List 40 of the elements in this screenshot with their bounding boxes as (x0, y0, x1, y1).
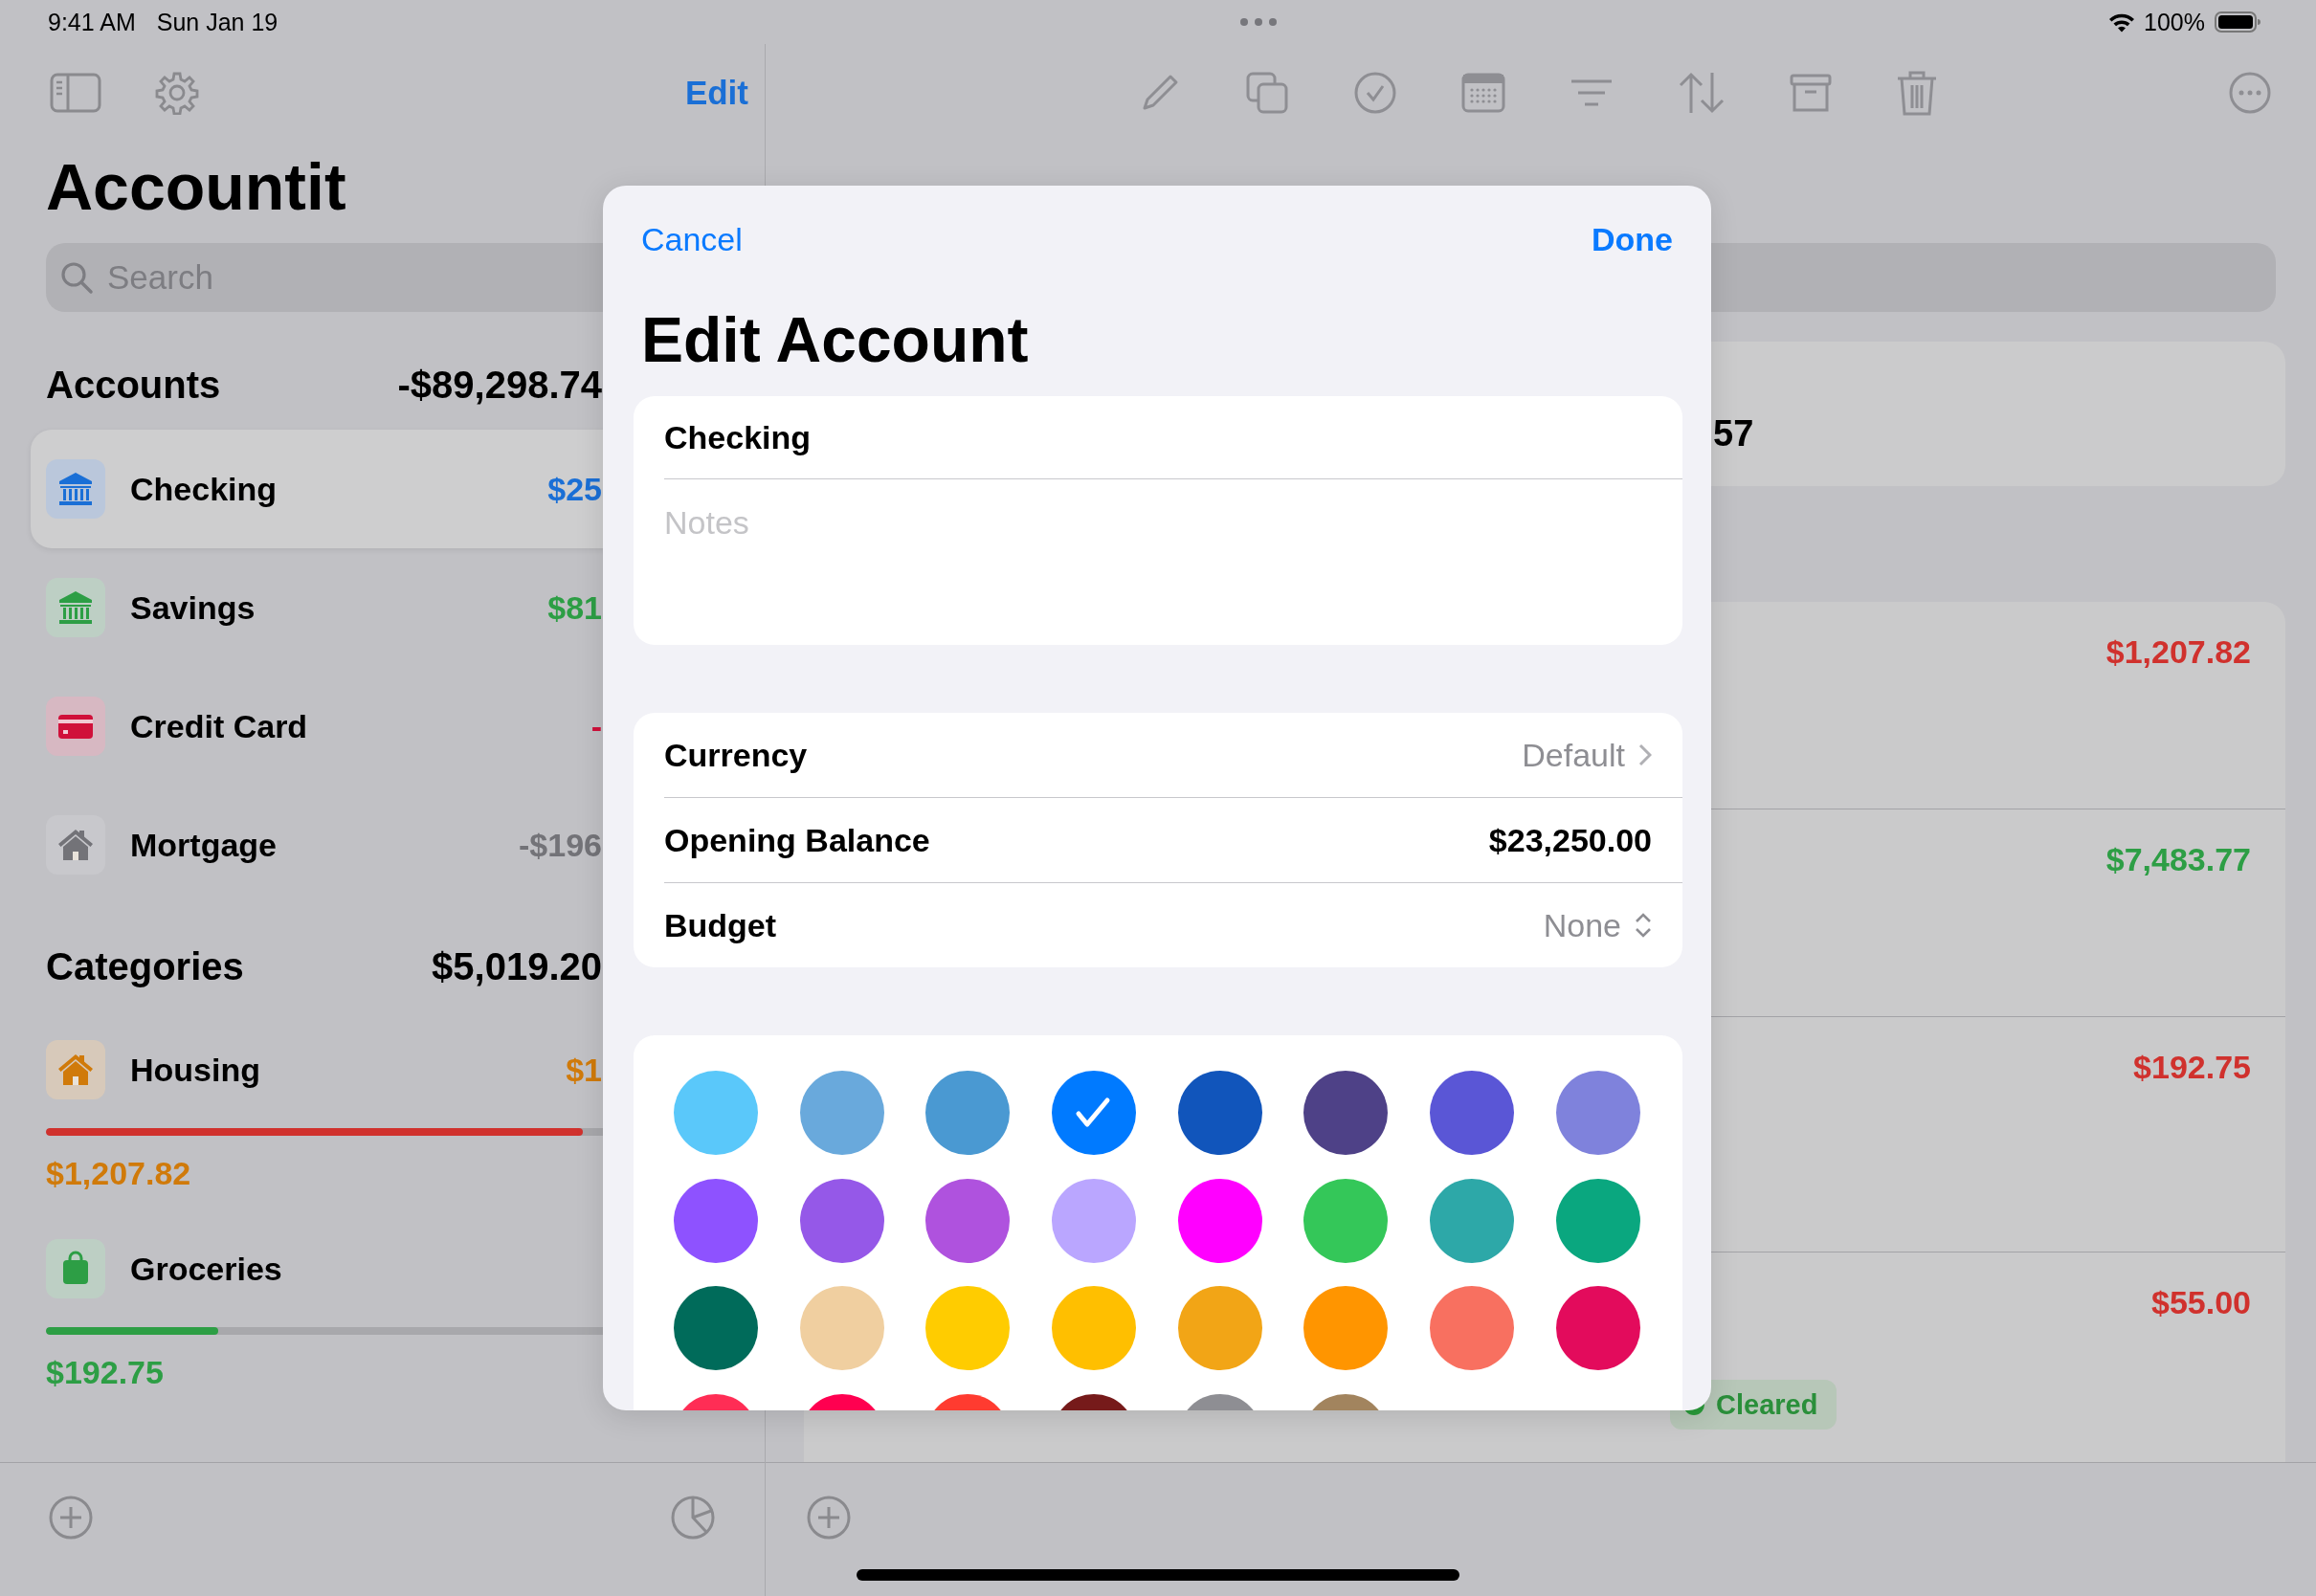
account-name-field[interactable]: Checking (634, 396, 1682, 479)
chevron-right-icon (1638, 743, 1652, 766)
notes-field[interactable]: Notes (634, 479, 1682, 645)
form-row[interactable]: Budget None (664, 883, 1682, 967)
search-icon (59, 260, 94, 295)
filter-icon[interactable] (1570, 78, 1614, 108)
copy-icon[interactable] (1245, 71, 1289, 115)
sidebar-toggle-icon[interactable] (50, 73, 101, 113)
status-time: 9:41 AM (48, 8, 136, 36)
transaction-amount: $55.00 (2151, 1283, 2251, 1322)
status-date: Sun Jan 19 (156, 8, 278, 36)
section-total: $5,019.20 (432, 944, 602, 988)
form-row[interactable]: Opening Balance $23,250.00 (664, 798, 1682, 883)
multitasking-dots-icon[interactable] (1239, 17, 1279, 27)
battery-icon (2215, 11, 2260, 33)
add-icon[interactable] (48, 1495, 94, 1541)
sort-icon[interactable] (1678, 71, 1726, 115)
balance-amount: 57 (1713, 413, 1754, 454)
section-title: Categories (46, 944, 244, 988)
more-icon[interactable] (2228, 71, 2272, 115)
add-icon[interactable] (806, 1495, 852, 1541)
transaction-amount: $1,207.82 (2105, 632, 2251, 672)
done-button[interactable]: Done (1592, 220, 1673, 258)
archive-icon[interactable] (1790, 72, 1832, 114)
spent-amount: $192.75 (46, 1353, 165, 1392)
chevron-up-down-icon (1635, 912, 1652, 939)
transaction-amount: $192.75 (2133, 1048, 2251, 1087)
trash-icon[interactable] (1896, 70, 1938, 116)
calendar-icon[interactable] (1461, 73, 1505, 113)
form-row[interactable]: Currency Default (664, 713, 1682, 798)
app-title: Accountit (45, 149, 347, 225)
section-total: -$89,298.74 (397, 363, 602, 407)
settings-icon[interactable] (155, 71, 199, 115)
transaction-amount: $7,483.77 (2105, 840, 2251, 879)
section-title: Accounts (46, 363, 221, 407)
spent-amount: $1,207.82 (46, 1154, 192, 1193)
wifi-icon (2107, 11, 2137, 33)
battery-percentage: 100% (2144, 8, 2205, 36)
checkmark-circle-icon[interactable] (1353, 71, 1397, 115)
pie-chart-icon[interactable] (670, 1495, 716, 1541)
